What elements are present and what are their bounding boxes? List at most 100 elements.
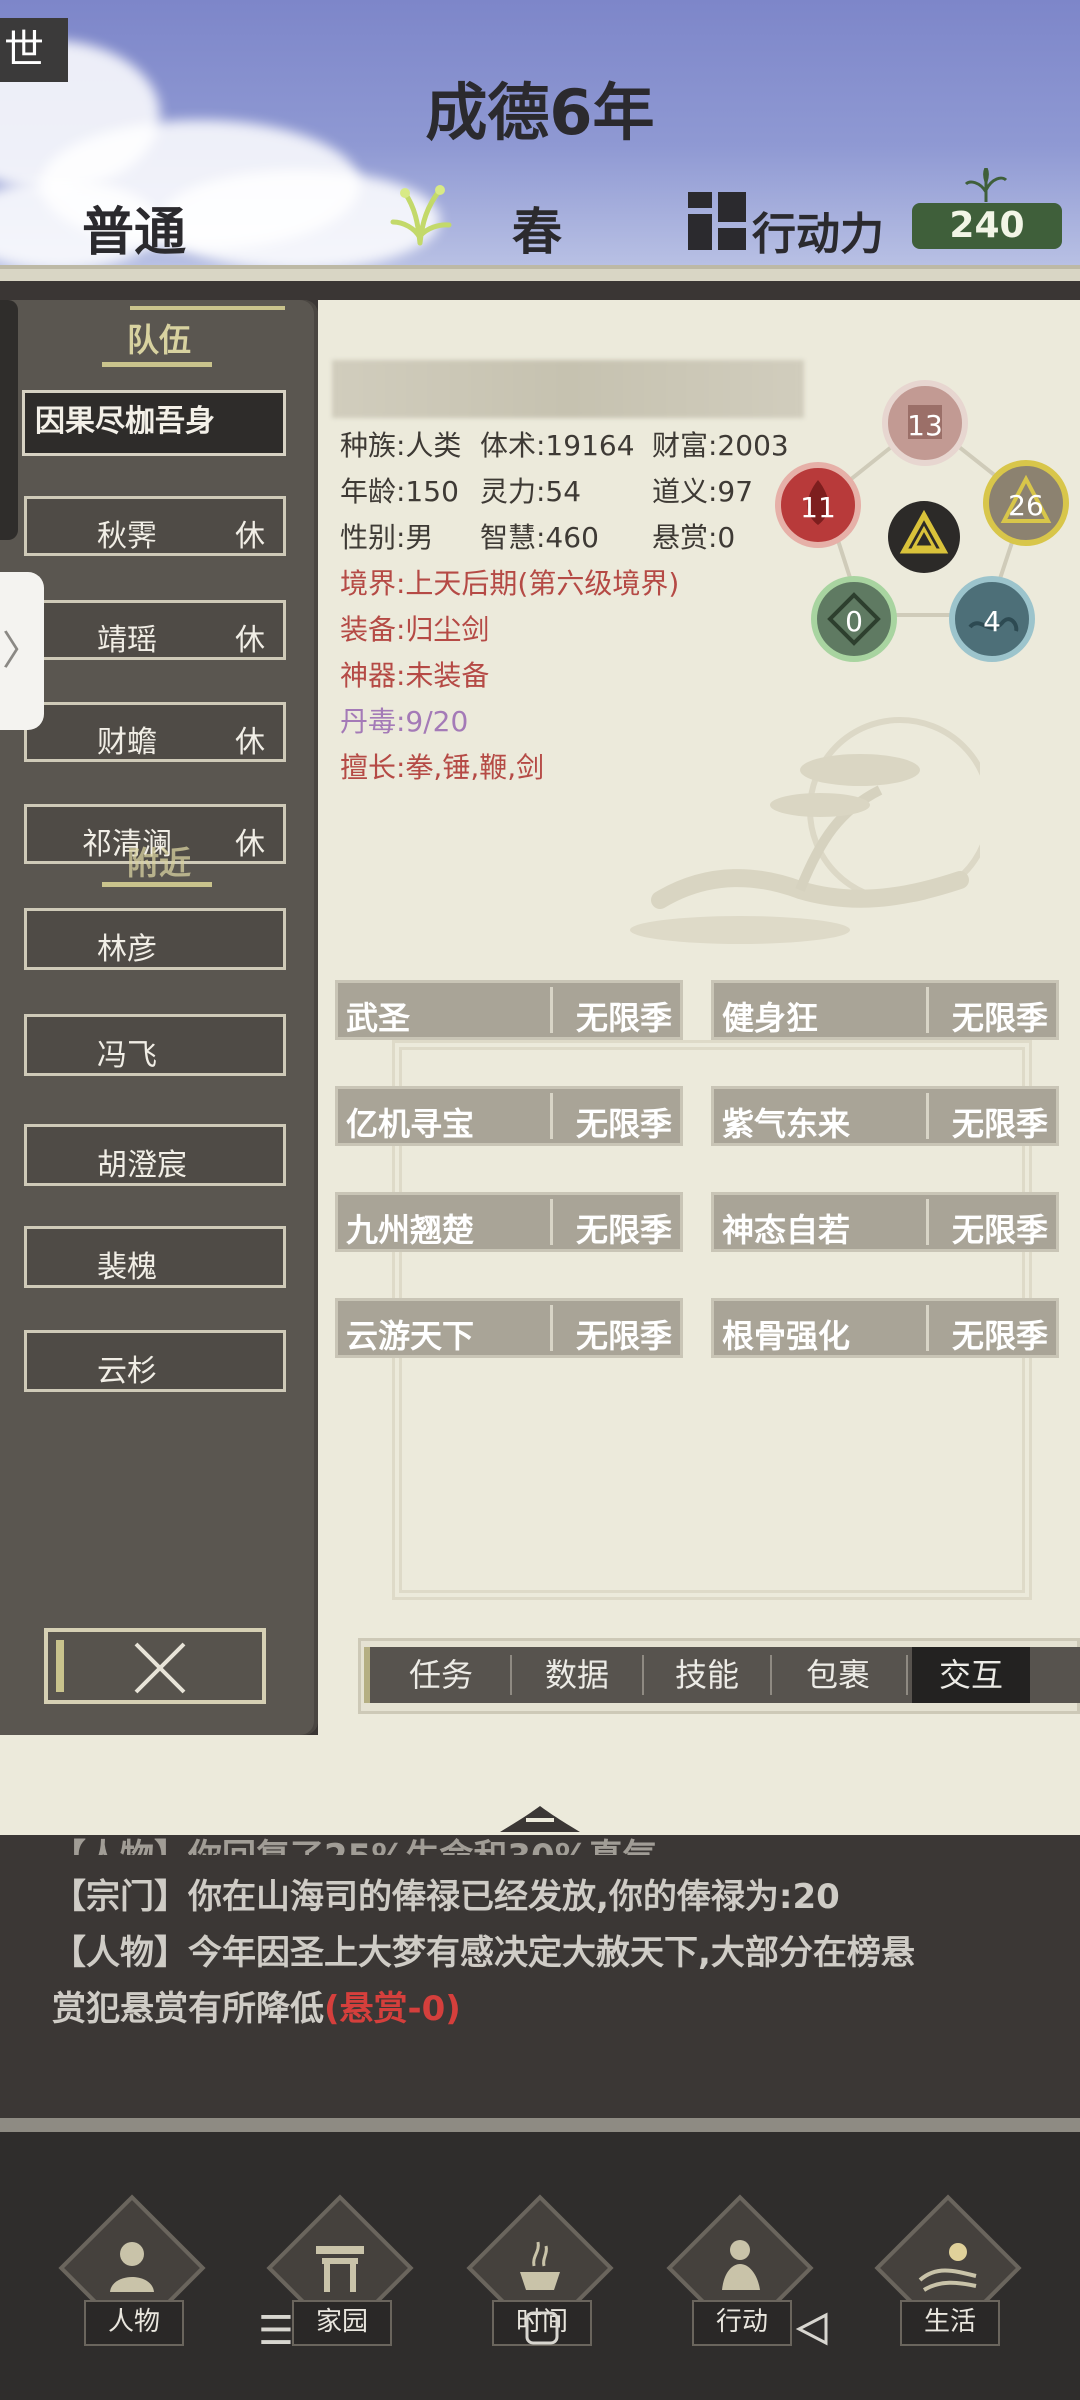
element-top-value: 13 (907, 409, 943, 442)
stat-wealth: 财富:2003 (652, 429, 789, 462)
stat-pill-poison: 丹毒:9/20 (340, 705, 469, 738)
tab-bag[interactable]: 包裹 (772, 1647, 904, 1703)
nearby-npc[interactable]: 胡澄宸 (24, 1124, 286, 1186)
stat-age: 年龄:150 (340, 475, 459, 508)
nav-character[interactable]: 人物 (58, 2194, 206, 2356)
element-left-value: 11 (800, 491, 836, 524)
talent-name: 神态自若 (722, 1211, 851, 1249)
divider (102, 882, 212, 887)
talent-duration: 无限季 (575, 1211, 672, 1249)
talent-duration: 无限季 (951, 1105, 1048, 1143)
person-icon (110, 2242, 154, 2292)
tab-skills[interactable]: 技能 (644, 1647, 770, 1703)
nav-label: 家园 (292, 2300, 392, 2346)
stat-body: 体术:19164 (480, 429, 635, 462)
nav-life[interactable]: 生活 (874, 2194, 1022, 2356)
talent-name: 亿机寻宝 (346, 1105, 475, 1143)
talent-item[interactable]: 根骨强化 无限季 (711, 1298, 1059, 1358)
nearby-npc[interactable]: 林彦 (24, 908, 286, 970)
talent-item[interactable]: 亿机寻宝 无限季 (335, 1086, 683, 1146)
action-power-icon (688, 192, 746, 250)
menu-icon[interactable]: ☰ (258, 2308, 294, 2354)
element-right-value: 26 (1008, 489, 1044, 522)
drawer-toggle[interactable]: 〉 (0, 572, 44, 730)
npc-name: 林彦 (97, 932, 157, 967)
team-member[interactable]: 靖瑶 休 (24, 600, 286, 660)
action-power-label: 行动力 (752, 209, 884, 260)
talent-name: 九州翘楚 (346, 1211, 475, 1249)
divider (130, 306, 285, 310)
tab-divider (906, 1655, 908, 1695)
member-name: 秋霁 (97, 519, 157, 554)
log-entry: 赏犯悬赏有所降低(悬赏-0) (52, 1981, 1052, 2030)
npc-name: 胡澄宸 (97, 1148, 187, 1183)
talent-item[interactable]: 健身狂 无限季 (711, 980, 1059, 1040)
five-elements-chart[interactable]: 13 11 26 0 4 (770, 375, 1070, 665)
sprout-icon (964, 168, 1008, 202)
element-bottom-left-value: 0 (845, 605, 863, 638)
log-entry: 【宗门】你在山海司的俸禄已经发放,你的俸禄为:20 (52, 1877, 840, 1917)
talent-duration: 无限季 (575, 1317, 672, 1355)
nearby-npc[interactable]: 云杉 (24, 1330, 286, 1392)
gate-icon (316, 2246, 364, 2292)
stat-race: 种族:人类 (340, 429, 462, 462)
team-member[interactable]: 秋霁 休 (24, 496, 286, 556)
log-divider (0, 2118, 1080, 2132)
close-icon (134, 1642, 186, 1694)
stat-realm: 境界:上天后期(第六级境界) (340, 567, 680, 600)
talent-duration: 无限季 (951, 1211, 1048, 1249)
incense-burner-icon (520, 2241, 560, 2290)
tab-bar-accent (364, 1647, 370, 1703)
divider (102, 362, 212, 367)
stat-morality: 道义:97 (652, 475, 754, 508)
nearby-npc[interactable]: 冯飞 (24, 1014, 286, 1076)
talent-duration: 无限季 (951, 999, 1048, 1037)
member-name: 靖瑶 (97, 623, 157, 658)
talent-item[interactable]: 云游天下 无限季 (335, 1298, 683, 1358)
nav-label: 生活 (900, 2300, 1000, 2346)
header-divider (0, 265, 1080, 281)
message-log[interactable]: 【人物】你回复了25%生命和30%真气 【宗门】你在山海司的俸禄已经发放,你的俸… (0, 1835, 1080, 2120)
home-icon[interactable] (524, 2310, 560, 2346)
difficulty-label: 普通 (82, 203, 187, 263)
back-icon[interactable] (794, 2312, 830, 2346)
stat-bounty: 悬赏:0 (652, 521, 736, 554)
nav-label: 人物 (84, 2300, 184, 2346)
talent-name: 紫气东来 (722, 1105, 851, 1143)
tab-tasks[interactable]: 任务 (376, 1647, 506, 1703)
talent-duration: 无限季 (951, 1317, 1048, 1355)
log-entry: 【人物】你回复了25%生命和30%真气 (52, 1829, 1052, 1855)
log-highlight: (悬赏-0) (324, 1989, 461, 2029)
member-status: 休 (235, 623, 265, 658)
team-member[interactable]: 财蟾 休 (24, 702, 286, 762)
npc-name: 云杉 (97, 1354, 157, 1389)
talent-item[interactable]: 紫气东来 无限季 (711, 1086, 1059, 1146)
stat-skills: 擅长:拳,锤,鞭,剑 (340, 751, 545, 784)
talent-item[interactable]: 神态自若 无限季 (711, 1192, 1059, 1252)
talent-name: 云游天下 (346, 1317, 475, 1355)
season-label: 春 (512, 203, 562, 261)
nearby-npc[interactable]: 裴槐 (24, 1226, 286, 1288)
action-power-value: 240 (912, 203, 1062, 249)
talent-name: 健身狂 (722, 999, 819, 1037)
talent-item[interactable]: 九州翘楚 无限季 (335, 1192, 683, 1252)
player-name-field[interactable]: 因果尽枷吾身 (22, 390, 286, 456)
stat-gender: 性别:男 (340, 521, 434, 554)
log-entry: 【人物】今年因圣上大梦有感决定大赦天下,大部分在榜悬 (52, 1933, 915, 1973)
tab-interact[interactable]: 交互 (912, 1647, 1030, 1703)
nav-label: 行动 (692, 2300, 792, 2346)
spring-plant-icon (390, 185, 452, 246)
moon-landscape-icon (918, 2243, 977, 2292)
stat-equipment[interactable]: 装备:归尘剑 (340, 608, 489, 648)
npc-name: 裴槐 (97, 1250, 157, 1285)
talent-name: 根骨强化 (722, 1317, 851, 1355)
stat-artifact[interactable]: 神器:未装备 (340, 654, 489, 694)
nav-action[interactable]: 行动 (666, 2194, 814, 2356)
pine-tree-emblem (630, 717, 980, 944)
member-status: 休 (235, 725, 265, 760)
tab-data[interactable]: 数据 (512, 1647, 642, 1703)
talent-item[interactable]: 武圣 无限季 (335, 980, 683, 1040)
close-button[interactable] (44, 1628, 266, 1704)
team-title: 队伍 (126, 321, 191, 359)
element-center-icon (888, 501, 960, 573)
